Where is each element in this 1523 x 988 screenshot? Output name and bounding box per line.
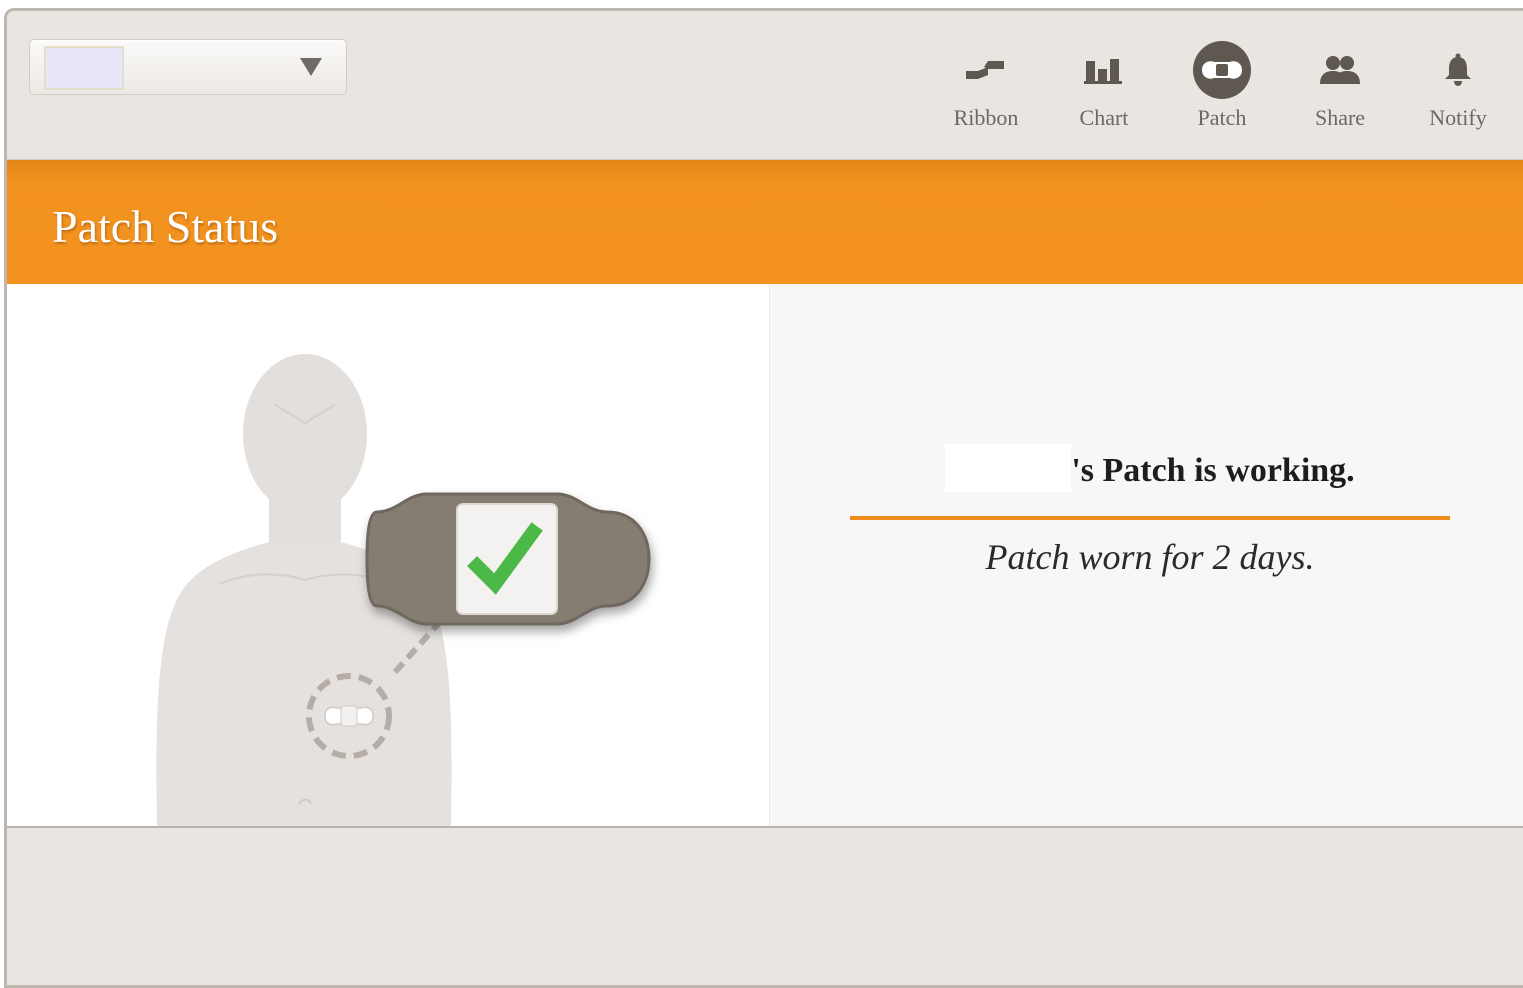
status-text: 's Patch is working.	[1071, 452, 1355, 489]
bell-icon	[1428, 41, 1488, 99]
bar-chart-icon	[1074, 41, 1134, 99]
nav-patch-label: Patch	[1197, 105, 1247, 130]
patient-selector[interactable]	[29, 39, 347, 95]
section-header: Patch Status	[7, 160, 1523, 284]
patch-illustration-panel	[7, 284, 769, 826]
nav-share[interactable]: Share	[1281, 41, 1399, 141]
app-window: Ribbon Chart Patch Share Notify Patch St…	[4, 8, 1523, 988]
checkmark-icon	[456, 503, 558, 615]
chevron-down-icon[interactable]	[300, 58, 322, 76]
page-title: Patch Status	[52, 201, 279, 252]
nav-ribbon-label: Ribbon	[953, 105, 1019, 130]
nav-ribbon[interactable]: Ribbon	[927, 41, 1045, 141]
nav-notify[interactable]: Notify	[1399, 41, 1517, 141]
nav-patch[interactable]: Patch	[1163, 41, 1281, 141]
main-nav: Ribbon Chart Patch Share Notify	[927, 41, 1517, 141]
nav-chart-label: Chart	[1079, 105, 1129, 130]
patch-status-message: 's Patch is working.	[850, 444, 1450, 493]
nav-chart[interactable]: Chart	[1045, 41, 1163, 141]
patch-worn-duration: Patch worn for 2 days.	[985, 537, 1315, 577]
top-toolbar: Ribbon Chart Patch Share Notify	[7, 11, 1523, 160]
status-divider	[850, 516, 1450, 520]
patient-avatar	[44, 46, 124, 90]
patch-icon	[1192, 41, 1252, 99]
body-illustration	[156, 354, 651, 826]
ribbon-icon	[956, 41, 1016, 99]
patient-name-redacted	[945, 444, 1072, 493]
status-panel: 's Patch is working. Patch worn for 2 da…	[769, 284, 1523, 826]
nav-notify-label: Notify	[1429, 105, 1487, 130]
nav-share-label: Share	[1314, 105, 1366, 130]
people-icon	[1310, 41, 1370, 99]
patch-location-marker	[306, 673, 392, 759]
footer-bar	[7, 826, 1523, 985]
